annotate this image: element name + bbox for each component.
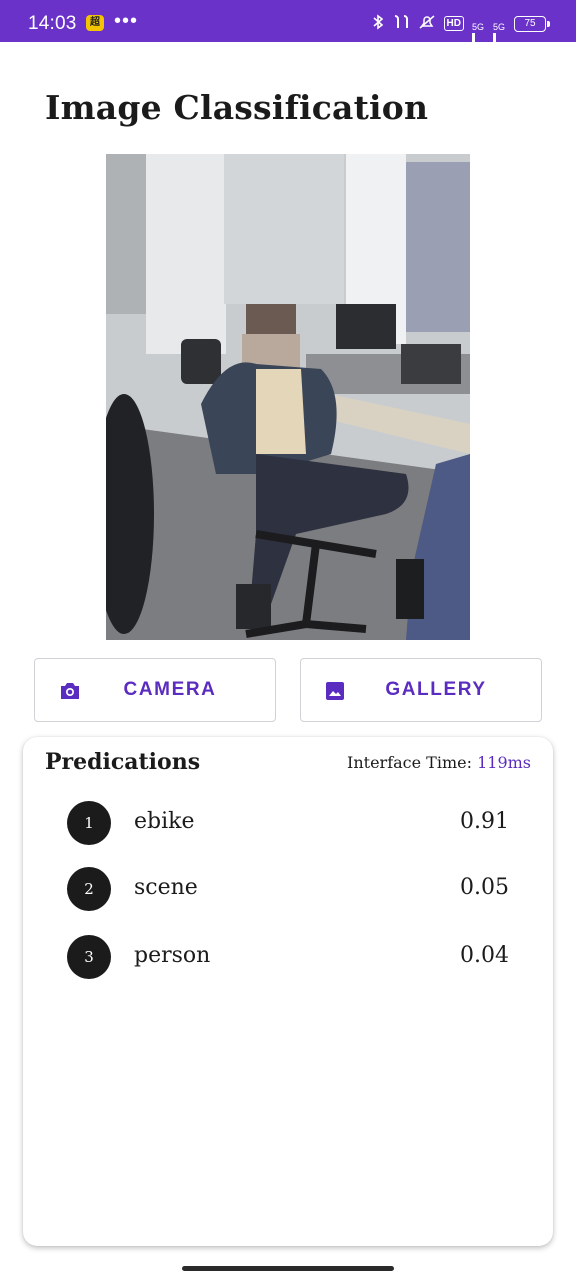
silent-icon [418,14,436,33]
prediction-score: 0.05 [460,875,509,900]
prediction-row: 1 ebike 0.91 [67,801,509,845]
inference-time-value: 119ms [477,753,531,772]
camera-button[interactable]: CAMERA [34,658,276,722]
more-notifications-icon: ••• [114,10,139,32]
prediction-score: 0.91 [460,809,509,834]
prediction-label: ebike [134,809,195,834]
bluetooth-icon [372,14,384,33]
prediction-rank-badge: 3 [67,935,111,979]
prediction-row: 2 scene 0.05 [67,867,509,911]
prediction-label: scene [134,875,198,900]
signal-icon: 5G [471,17,485,67]
prediction-rank-badge: 2 [67,867,111,911]
gallery-button[interactable]: GALLERY [300,658,542,722]
earbuds-icon [392,14,410,33]
battery-icon: 75 [514,15,550,32]
home-indicator[interactable] [182,1266,394,1271]
prediction-label: person [134,943,211,968]
camera-icon [59,681,81,707]
network-type-label: 5G [471,21,484,32]
prediction-row: 3 person 0.04 [67,935,509,979]
page-title: Image Classification [45,88,429,127]
signal-icon: 5G [492,17,506,67]
predictions-title: Predications [45,749,201,775]
predictions-card: Predications Interface Time: 119ms 1 ebi… [23,737,553,1246]
inference-time-label: Interface Time: [347,753,472,772]
network-type-label: 5G [492,21,505,32]
status-icons: HD 5G 5G 75 [372,14,550,67]
status-bar: 14:03 超 ••• HD 5G 5G 75 [0,0,576,67]
prediction-score: 0.04 [460,943,509,968]
prediction-rank-badge: 1 [67,801,111,845]
classified-photo [106,154,470,640]
status-time: 14:03 [28,13,77,34]
notification-app-icon: 超 [86,15,104,31]
image-icon [325,681,345,707]
inference-time: Interface Time: 119ms [347,753,531,772]
hd-icon: HD [443,16,464,31]
